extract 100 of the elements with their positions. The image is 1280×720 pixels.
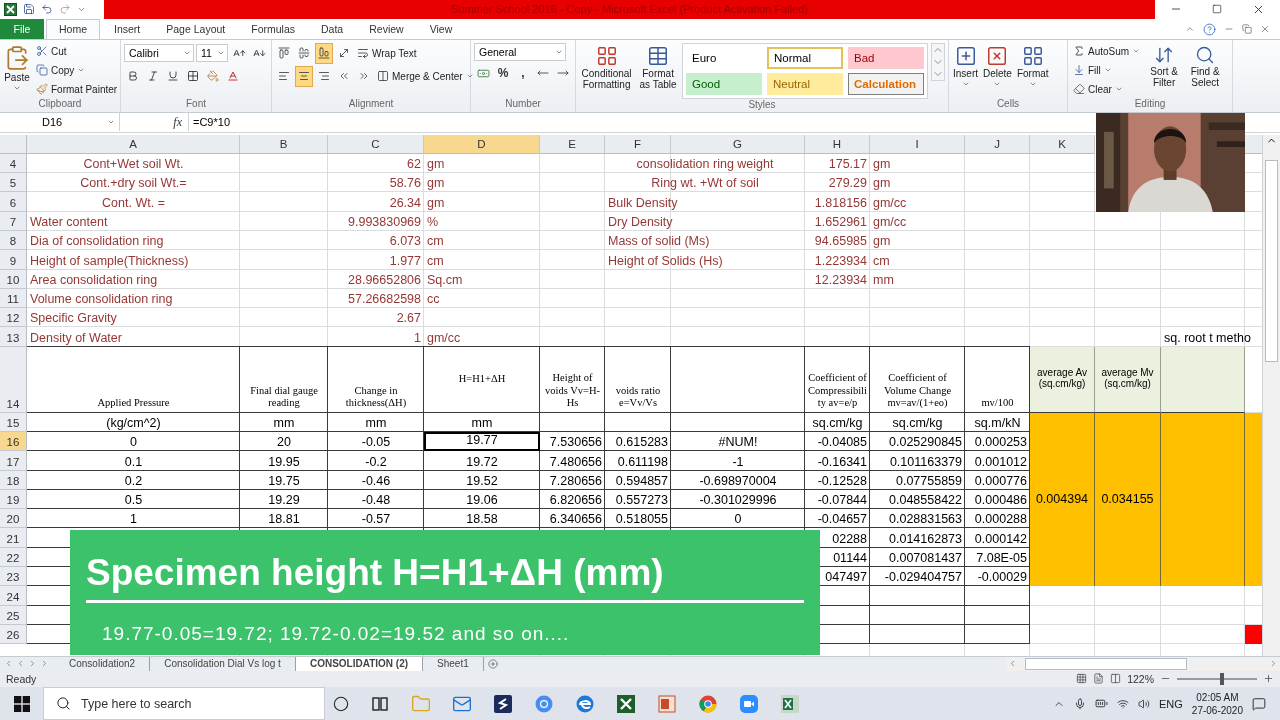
page-layout-icon[interactable] [1093, 673, 1105, 685]
chrome-icon[interactable] [698, 693, 718, 714]
format-painter-button[interactable]: Format Painter [34, 80, 120, 98]
row-header[interactable]: 13 [0, 327, 27, 347]
edge-icon[interactable] [575, 693, 595, 714]
scrollbar-thumb[interactable] [1265, 159, 1278, 362]
font-name-field[interactable]: Calibri [124, 44, 194, 63]
fill-button[interactable]: Fill [1071, 61, 1143, 79]
insert-cells-button[interactable]: Insert [952, 42, 979, 91]
language-indicator[interactable]: ENG [1159, 697, 1183, 710]
row-header[interactable]: 21 [0, 528, 27, 548]
help-icon[interactable] [1203, 22, 1216, 36]
sheet-tab[interactable]: CONSOLIDATION (2) [295, 656, 424, 671]
column-header[interactable]: A [27, 134, 240, 154]
cortana-icon[interactable] [333, 695, 349, 712]
ribbon-tab[interactable]: Page Layout [154, 18, 238, 39]
cell-style[interactable]: Neutral [767, 72, 843, 95]
conditional-formatting-button[interactable]: Conditional Formatting [579, 42, 635, 93]
row-header[interactable]: 20 [0, 509, 27, 529]
ribbon-tab[interactable]: Insert [102, 18, 153, 39]
row-header[interactable]: 16 [0, 432, 27, 452]
ribbon-tab[interactable]: Formulas [239, 18, 307, 39]
spreadsheet-icon[interactable] [616, 693, 636, 714]
maximize-icon[interactable] [1212, 4, 1222, 15]
volume-icon[interactable] [1138, 697, 1150, 710]
scroll-left-icon[interactable] [1008, 659, 1017, 669]
last-sheet-icon[interactable] [40, 659, 49, 669]
column-header[interactable]: E [540, 134, 605, 154]
clock[interactable]: 02:05 AM 27-06-2020 [1191, 690, 1243, 717]
row-header[interactable]: 9 [0, 250, 27, 270]
row-header[interactable]: 23 [0, 567, 27, 587]
column-header[interactable]: B [240, 134, 328, 154]
scrollbar-thumb[interactable] [1025, 657, 1187, 670]
row-header[interactable]: 6 [0, 192, 27, 212]
page-break-icon[interactable] [1110, 673, 1122, 685]
sheet-tab[interactable]: Sheet1 [423, 656, 484, 671]
wrap-text-button[interactable]: Wrap Text [355, 44, 419, 62]
column-header[interactable]: G [671, 134, 805, 154]
cell-style[interactable]: Normal [767, 46, 843, 69]
spreadsheet-icon[interactable] [4, 2, 17, 16]
cut-button[interactable]: Cut [34, 42, 120, 60]
browser-icon[interactable] [534, 693, 554, 714]
ribbon-tab[interactable]: Home [46, 18, 100, 39]
ribbon-tab[interactable]: Review [357, 18, 416, 39]
zoom-thumb[interactable] [1219, 672, 1224, 685]
name-box[interactable]: D16 [0, 113, 120, 132]
notifications-icon[interactable] [1252, 696, 1266, 711]
presentation-icon[interactable] [657, 693, 677, 714]
row-header[interactable]: 5 [0, 173, 27, 193]
undo-icon[interactable] [41, 3, 53, 16]
autosum-button[interactable]: AutoSum [1071, 42, 1143, 60]
battery-icon[interactable] [1095, 697, 1108, 710]
previous-sheet-icon[interactable] [16, 659, 25, 669]
column-header[interactable]: J [965, 134, 1030, 154]
column-header[interactable]: K [1030, 134, 1095, 154]
clear-button[interactable]: Clear [1071, 80, 1143, 98]
wifi-icon[interactable] [1117, 697, 1129, 710]
format-cells-button[interactable]: Format [1015, 42, 1050, 91]
save-icon[interactable] [23, 3, 35, 16]
ribbon-tab[interactable]: View [417, 18, 465, 39]
cell-style[interactable]: Good [686, 72, 762, 95]
microphone-icon[interactable] [1074, 697, 1086, 710]
vertical-align-button[interactable] [315, 42, 333, 64]
paste-button[interactable]: Paste [3, 42, 31, 95]
column-header[interactable]: D [424, 134, 540, 154]
spreadsheet-icon[interactable] [780, 693, 800, 714]
insert-function-button[interactable]: fx [173, 114, 182, 130]
horizontal-align-button[interactable] [295, 65, 313, 87]
cell-style[interactable]: Bad [848, 46, 924, 69]
column-header[interactable]: I [870, 134, 965, 154]
comma-button[interactable]: , [514, 62, 532, 84]
row-header[interactable]: 14 [0, 346, 27, 413]
next-sheet-icon[interactable] [28, 659, 37, 669]
percent-button[interactable]: % [494, 62, 512, 84]
ribbon-tab[interactable]: Data [309, 18, 356, 39]
row-header[interactable]: 24 [0, 586, 27, 606]
row-header[interactable]: 12 [0, 308, 27, 328]
column-header[interactable]: H [805, 134, 870, 154]
delete-cells-button[interactable]: Delete [982, 42, 1013, 91]
find-select-button[interactable]: Find & Select [1186, 42, 1225, 91]
file-menu-button[interactable]: File [0, 18, 44, 39]
merge-center-button[interactable]: Merge & Center [375, 67, 476, 85]
taskbar-search-field[interactable]: Type here to search [43, 687, 325, 720]
folder-icon[interactable] [411, 693, 431, 714]
windows-icon[interactable] [14, 695, 30, 712]
sheet-tab[interactable]: Consolidation Dial Vs log t [150, 656, 296, 671]
add-sheet-icon[interactable] [487, 658, 498, 669]
select-all-button[interactable] [0, 134, 27, 154]
zoom-in-icon[interactable] [1263, 673, 1274, 685]
restore-icon[interactable] [1242, 24, 1252, 35]
font-size-field[interactable]: 11 [196, 44, 228, 63]
app-icon[interactable] [493, 693, 513, 714]
column-header[interactable]: C [328, 134, 424, 154]
sort-filter-button[interactable]: Sort & Filter [1145, 42, 1184, 91]
copy-button[interactable]: Copy [34, 61, 120, 79]
redo-icon[interactable] [59, 3, 71, 16]
scroll-right-icon[interactable] [1269, 659, 1278, 669]
first-sheet-icon[interactable] [4, 659, 13, 669]
video-app-icon[interactable] [739, 693, 759, 714]
normal-view-icon[interactable] [1076, 673, 1088, 685]
